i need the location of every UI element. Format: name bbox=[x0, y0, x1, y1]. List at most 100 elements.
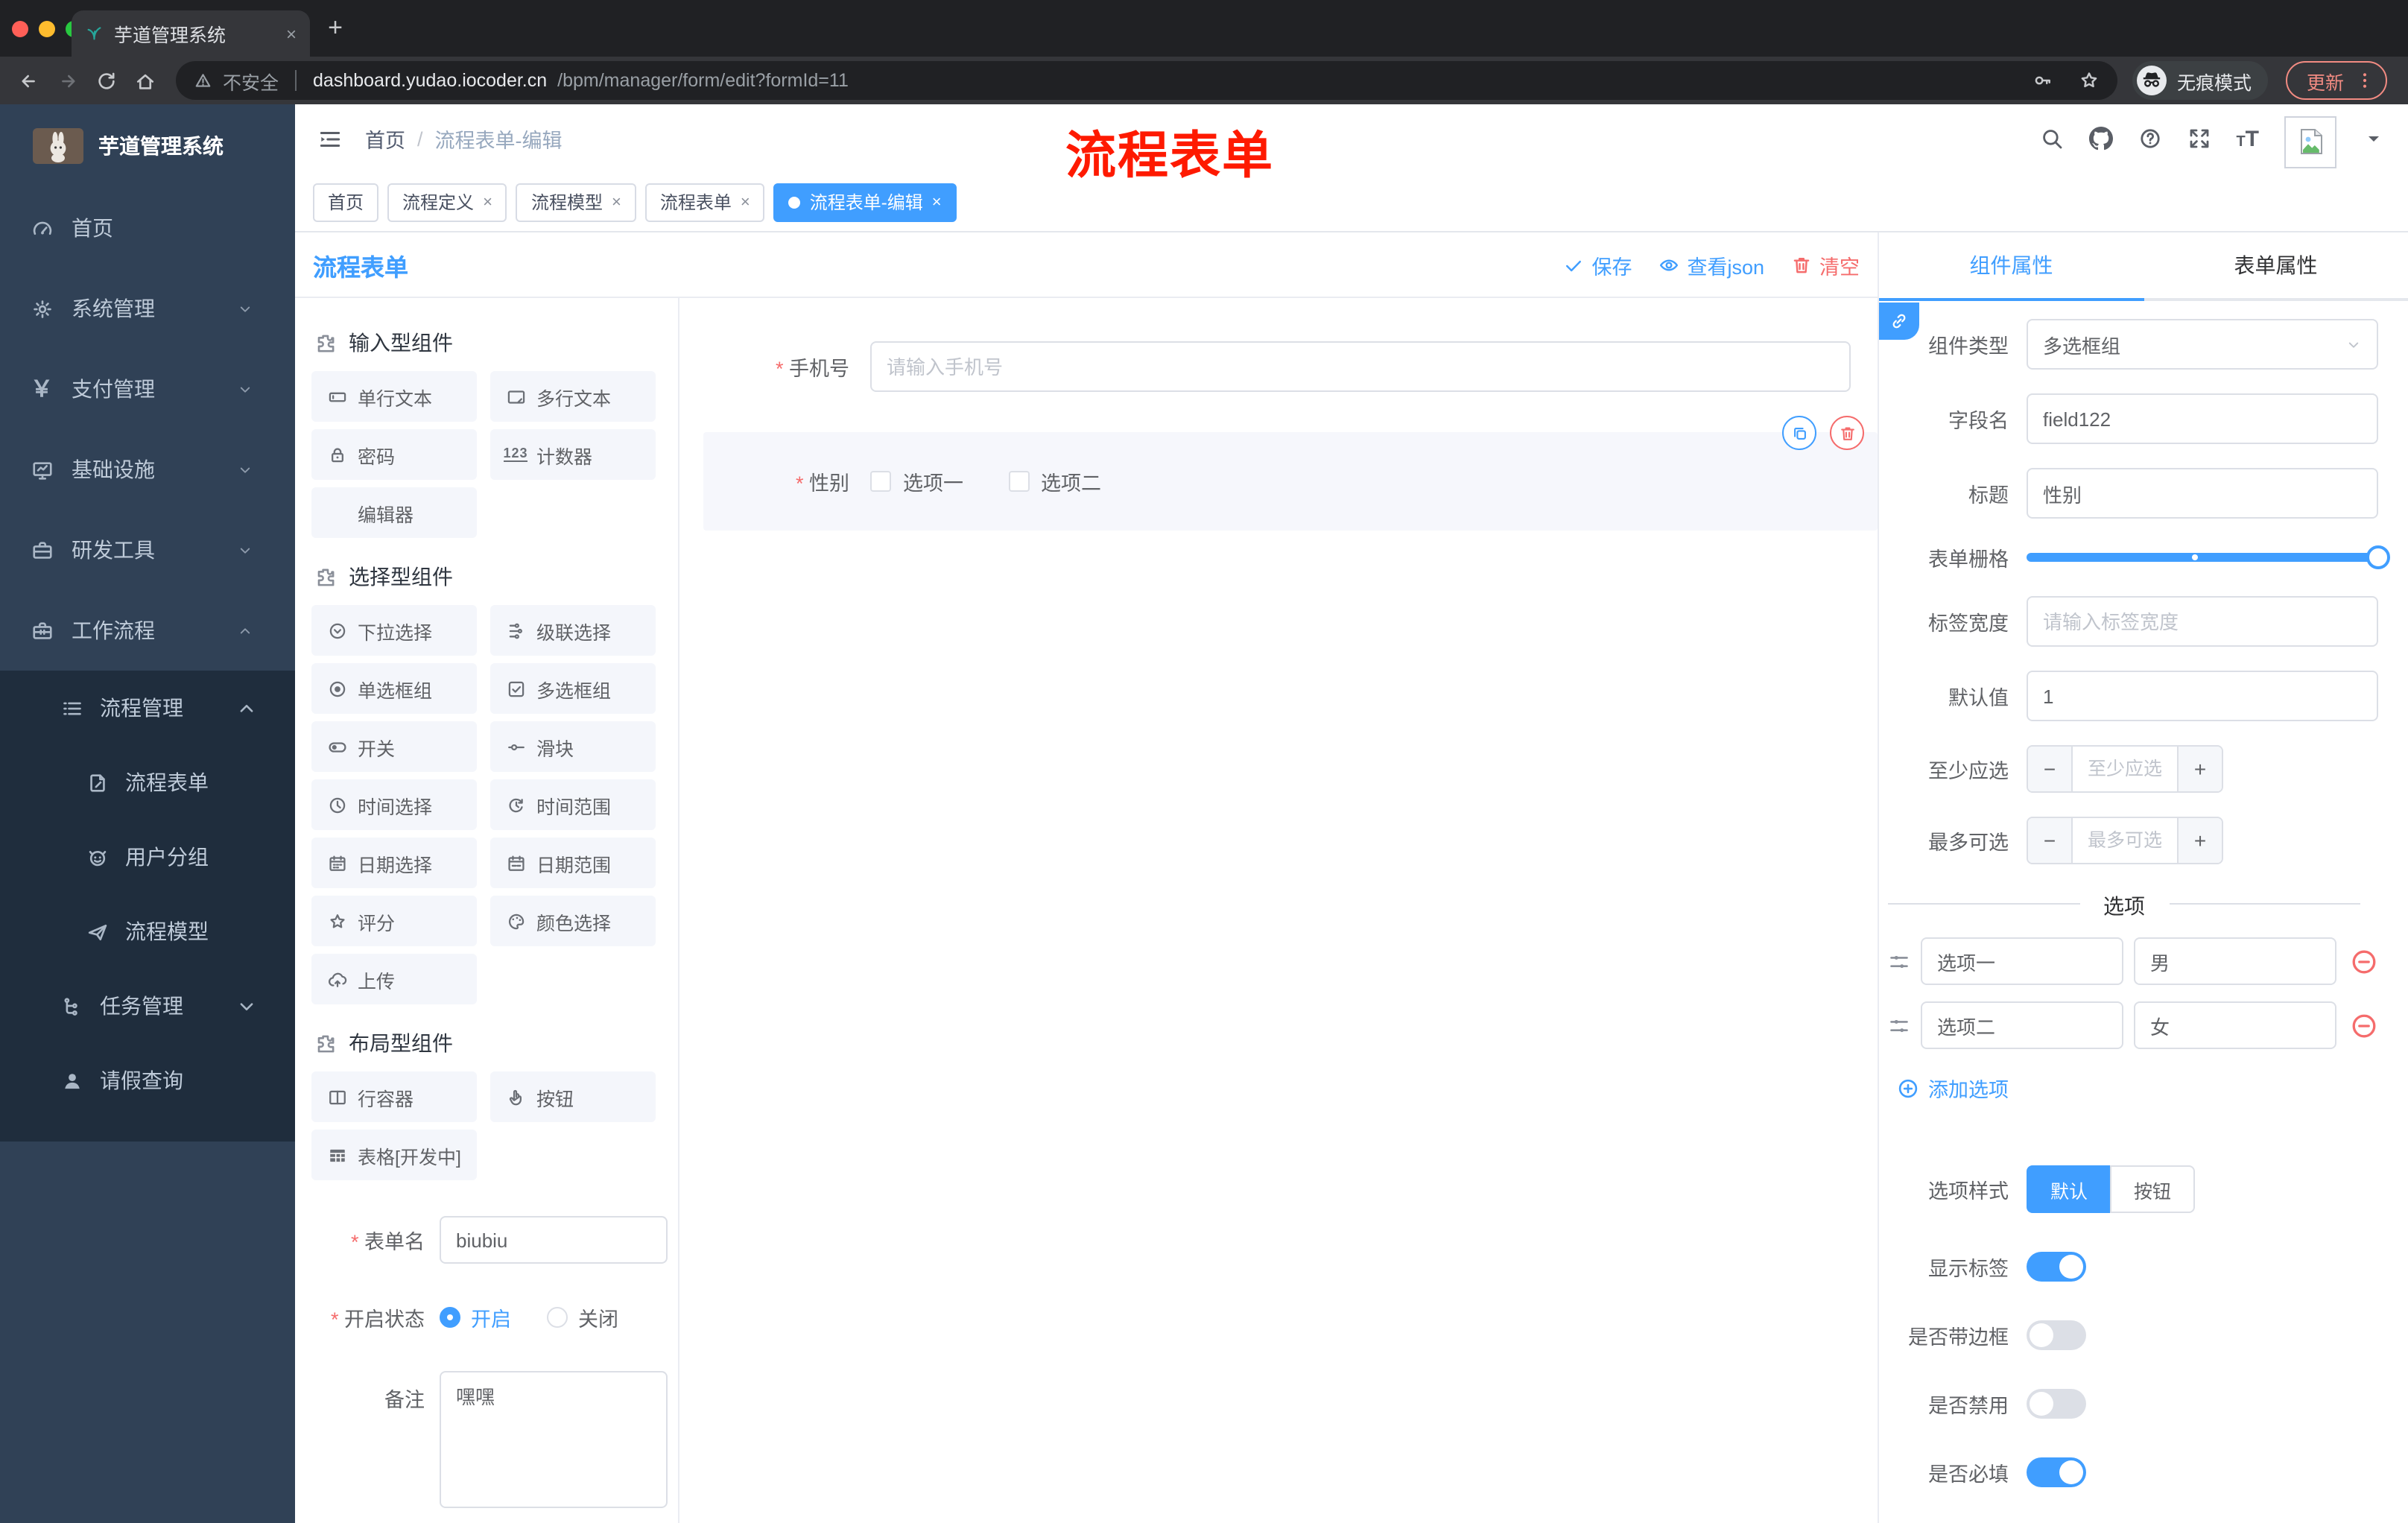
sidebar-item-process-mgmt[interactable]: 流程管理 bbox=[0, 671, 295, 745]
chip-time-picker[interactable]: 时间选择 bbox=[311, 779, 477, 830]
max-select-input[interactable] bbox=[2073, 818, 2177, 863]
decrease-button[interactable]: − bbox=[2028, 747, 2073, 791]
title-input[interactable] bbox=[2027, 468, 2378, 519]
tag-process-form[interactable]: 流程表单 × bbox=[644, 183, 765, 221]
chip-date-range[interactable]: 日期范围 bbox=[490, 838, 656, 888]
sidebar-item-user-group[interactable]: 用户分组 bbox=[0, 820, 295, 894]
reload-button[interactable] bbox=[89, 64, 122, 97]
browser-tab[interactable]: 芋道管理系统 × bbox=[72, 10, 310, 57]
disabled-toggle[interactable] bbox=[2027, 1389, 2086, 1419]
bookmark-icon[interactable] bbox=[2079, 70, 2100, 91]
close-window-button[interactable] bbox=[12, 21, 28, 37]
sidebar-item-task-mgmt[interactable]: 任务管理 bbox=[0, 969, 295, 1043]
sidebar-item-workflow[interactable]: 工作流程 bbox=[0, 590, 295, 671]
drag-handle-icon[interactable] bbox=[1888, 1014, 1910, 1036]
minimize-window-button[interactable] bbox=[39, 21, 55, 37]
option-1-value-input[interactable] bbox=[2134, 937, 2336, 985]
tag-home[interactable]: 首页 bbox=[313, 183, 379, 221]
app-logo-row[interactable]: 芋道管理系统 bbox=[0, 104, 295, 188]
home-button[interactable] bbox=[128, 64, 161, 97]
sidebar-item-payment[interactable]: ￥ 支付管理 bbox=[0, 349, 295, 429]
chip-row-container[interactable]: 行容器 bbox=[311, 1071, 477, 1122]
search-icon[interactable] bbox=[2039, 127, 2063, 151]
tag-process-definition[interactable]: 流程定义 × bbox=[387, 183, 507, 221]
segment-default[interactable]: 默认 bbox=[2027, 1165, 2111, 1213]
grid-slider[interactable] bbox=[2027, 545, 2390, 569]
option-1-label-input[interactable] bbox=[1921, 937, 2123, 985]
chip-counter[interactable]: 123 计数器 bbox=[490, 429, 656, 480]
drag-handle-icon[interactable] bbox=[1888, 950, 1910, 972]
tag-close-icon[interactable]: × bbox=[612, 193, 621, 211]
chip-table[interactable]: 表格[开发中] bbox=[311, 1130, 477, 1180]
chip-editor[interactable]: 编辑器 bbox=[311, 487, 477, 538]
view-json-button[interactable]: 查看json bbox=[1658, 250, 1764, 279]
slider-handle[interactable] bbox=[2366, 545, 2390, 569]
chip-upload[interactable]: 上传 bbox=[311, 954, 477, 1004]
chip-multi-text[interactable]: 多行文本 bbox=[490, 371, 656, 422]
sidebar-item-leave-query[interactable]: 请假查询 bbox=[0, 1043, 295, 1118]
address-bar[interactable]: 不安全 dashboard.yudao.iocoder.cn /bpm/mana… bbox=[176, 61, 2117, 100]
min-select-input[interactable] bbox=[2073, 747, 2177, 791]
tag-process-form-edit[interactable]: 流程表单-编辑 × bbox=[773, 183, 957, 221]
chip-password[interactable]: 密码 bbox=[311, 429, 477, 480]
help-icon[interactable] bbox=[2138, 127, 2161, 151]
chip-select[interactable]: 下拉选择 bbox=[311, 605, 477, 656]
avatar[interactable] bbox=[2284, 115, 2336, 168]
form-name-input[interactable] bbox=[440, 1216, 668, 1264]
remove-option-icon[interactable] bbox=[2350, 1011, 2378, 1039]
chip-cascader[interactable]: 级联选择 bbox=[490, 605, 656, 656]
sidebar-item-devtools[interactable]: 研发工具 bbox=[0, 510, 295, 590]
sidebar-item-process-model[interactable]: 流程模型 bbox=[0, 894, 295, 969]
sidebar-item-process-form[interactable]: 流程表单 bbox=[0, 745, 295, 820]
required-toggle[interactable] bbox=[2027, 1457, 2086, 1487]
browser-update-button[interactable]: 更新 bbox=[2285, 61, 2387, 100]
default-value-input[interactable] bbox=[2027, 671, 2378, 721]
show-label-toggle[interactable] bbox=[2027, 1252, 2086, 1282]
sidebar-item-system[interactable]: 系统管理 bbox=[0, 268, 295, 349]
fullscreen-icon[interactable] bbox=[2187, 127, 2211, 151]
gender-option-1-checkbox[interactable]: 选项一 bbox=[870, 466, 963, 496]
password-manager-icon[interactable] bbox=[2032, 70, 2053, 91]
phone-field-input[interactable] bbox=[870, 341, 1851, 392]
status-off-radio[interactable]: 关闭 bbox=[547, 1302, 618, 1332]
chip-rate[interactable]: 评分 bbox=[311, 896, 477, 946]
increase-button[interactable]: + bbox=[2177, 818, 2222, 863]
segment-button[interactable]: 按钮 bbox=[2110, 1165, 2196, 1213]
delete-component-button[interactable] bbox=[1830, 416, 1864, 450]
chip-date-picker[interactable]: 日期选择 bbox=[311, 838, 477, 888]
github-icon[interactable] bbox=[2088, 127, 2113, 151]
new-tab-button[interactable]: + bbox=[319, 12, 352, 45]
chip-checkbox-group[interactable]: 多选框组 bbox=[490, 663, 656, 714]
copy-component-button[interactable] bbox=[1782, 416, 1816, 450]
chip-radio-group[interactable]: 单选框组 bbox=[311, 663, 477, 714]
font-size-icon[interactable]: TT bbox=[2236, 127, 2259, 150]
status-on-radio[interactable]: 开启 bbox=[440, 1302, 511, 1332]
chip-switch[interactable]: 开关 bbox=[311, 721, 477, 772]
tag-close-icon[interactable]: × bbox=[483, 193, 492, 211]
tag-process-model[interactable]: 流程模型 × bbox=[516, 183, 636, 221]
add-option-button[interactable]: 添加选项 bbox=[1897, 1073, 2378, 1103]
tab-form-props[interactable]: 表单属性 bbox=[2144, 232, 2408, 301]
selected-component-block[interactable]: 性别 选项一 选项二 bbox=[703, 416, 1878, 531]
chip-time-range[interactable]: 时间范围 bbox=[490, 779, 656, 830]
option-2-label-input[interactable] bbox=[1921, 1001, 2123, 1049]
save-button[interactable]: 保存 bbox=[1563, 250, 1632, 279]
phone-field-row[interactable]: 手机号 bbox=[703, 341, 1851, 392]
tab-component-props[interactable]: 组件属性 bbox=[1879, 232, 2144, 301]
sidebar-fold-icon[interactable] bbox=[317, 126, 343, 151]
field-name-input[interactable] bbox=[2027, 393, 2378, 444]
decrease-button[interactable]: − bbox=[2028, 818, 2073, 863]
clear-button[interactable]: 清空 bbox=[1791, 250, 1860, 279]
sidebar-item-infra[interactable]: 基础设施 bbox=[0, 429, 295, 510]
browser-menu-icon[interactable] bbox=[2354, 70, 2375, 91]
gender-option-2-checkbox[interactable]: 选项二 bbox=[1008, 466, 1101, 496]
component-type-select[interactable]: 多选框组 bbox=[2027, 319, 2378, 370]
tag-close-icon[interactable]: × bbox=[932, 193, 942, 211]
increase-button[interactable]: + bbox=[2177, 747, 2222, 791]
chip-button[interactable]: 按钮 bbox=[490, 1071, 656, 1122]
link-affix-tag[interactable] bbox=[1879, 303, 1919, 340]
option-2-value-input[interactable] bbox=[2134, 1001, 2336, 1049]
back-button[interactable] bbox=[12, 64, 45, 97]
border-toggle[interactable] bbox=[2027, 1320, 2086, 1350]
chip-slider[interactable]: 滑块 bbox=[490, 721, 656, 772]
